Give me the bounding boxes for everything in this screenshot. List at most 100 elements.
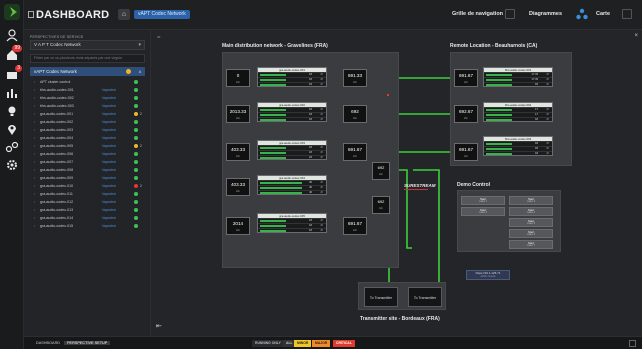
remote-node[interactable]: 692.67 kbit: [454, 105, 478, 123]
transmitter-button[interactable]: To Transmitter: [364, 287, 398, 307]
chevron-right-icon[interactable]: ›: [34, 150, 35, 158]
tree-header[interactable]: vAPT Codec Network 4: [30, 67, 145, 76]
source-node[interactable]: 403.33 kbit: [226, 178, 250, 196]
bitrate-node[interactable]: 691.67 kbit: [343, 217, 367, 235]
list-item[interactable]: › bhs-audio-codec-003 Inspected: [30, 102, 145, 110]
user-icon[interactable]: [4, 28, 20, 44]
list-item[interactable]: › gra-audio-codec-015 Inspected: [30, 222, 145, 230]
close-icon[interactable]: ×: [634, 33, 638, 39]
source-node[interactable]: 2014 kbit: [226, 217, 250, 235]
chevron-right-icon[interactable]: ›: [34, 110, 35, 118]
network-icon[interactable]: [4, 140, 20, 156]
chevron-right-icon[interactable]: ›: [34, 166, 35, 174]
bitrate-node[interactable]: 691.33 kbit: [343, 69, 367, 87]
tab-perspective-setup[interactable]: PERSPECTIVE SETUP: [64, 341, 111, 345]
chevron-right-icon[interactable]: ›: [34, 190, 35, 198]
list-item[interactable]: › bhs-audio-codec-001 Inspected: [30, 86, 145, 94]
chevron-right-icon[interactable]: ›: [34, 158, 35, 166]
filter-major[interactable]: MAJOR: [312, 340, 331, 347]
first-page-icon[interactable]: ⇤: [156, 322, 162, 330]
list-item[interactable]: › APT cluster control: [30, 78, 145, 86]
list-item[interactable]: › gra-audio-codec-011 Inspected: [30, 190, 145, 198]
list-item[interactable]: › gra-audio-codec-001 Inspected 2: [30, 110, 145, 118]
nav-grid[interactable]: Grille de navigation: [452, 11, 503, 17]
demo-start-button[interactable]: Start codec 4: [509, 207, 553, 216]
running-only-toggle[interactable]: RUNNING ONLY: [252, 340, 284, 347]
demo-start-button[interactable]: Start codec 7: [509, 240, 553, 249]
demo-start-button[interactable]: Start codec 2: [509, 196, 553, 205]
tab-dashboard[interactable]: DASHBOARD: [36, 341, 60, 345]
bar-chart-icon[interactable]: [4, 86, 20, 102]
list-item[interactable]: › gra-audio-codec-014 Inspected: [30, 214, 145, 222]
chevron-right-icon[interactable]: ›: [34, 86, 35, 94]
chevron-right-icon[interactable]: ›: [34, 134, 35, 142]
demo-start-button[interactable]: Start codec 5: [509, 218, 553, 227]
filter-minor[interactable]: MINOR: [294, 340, 312, 347]
list-item[interactable]: › gra-audio-codec-005 Inspected 2: [30, 142, 145, 150]
perspective-badge[interactable]: vAPT Codec Network: [134, 10, 190, 19]
codec-panel[interactable]: gra-audio-codec-001 18 dB 18 dB 18 dB: [257, 67, 327, 87]
codec-panel[interactable]: gra-audio-codec-004 40 dB 40 dB 40 dB: [257, 175, 327, 195]
nav-map[interactable]: Carte: [596, 11, 610, 17]
list-item[interactable]: › gra-audio-codec-008 Inspected: [30, 166, 145, 174]
app-logo[interactable]: [4, 4, 20, 20]
list-item[interactable]: › gra-audio-codec-012 Inspected: [30, 198, 145, 206]
filter-critical[interactable]: CRITICAL: [333, 340, 355, 347]
home-icon[interactable]: 99: [4, 45, 22, 64]
home-button[interactable]: ⌂: [118, 9, 130, 20]
list-item[interactable]: › gra-audio-codec-010 Inspected 2: [30, 182, 145, 190]
chevron-right-icon[interactable]: ›: [34, 94, 35, 102]
admin-console-link[interactable]: https://10.1.125.71 Admin console: [466, 270, 510, 280]
bitrate-node[interactable]: 692 kbit: [343, 105, 367, 123]
codec-panel[interactable]: gra-audio-codec-005 18 dB 18 dB 18 dB: [257, 213, 327, 233]
link-node[interactable]: 692 kbit: [372, 196, 390, 214]
nav-diagrams[interactable]: Diagrammes: [529, 11, 562, 17]
perspective-select[interactable]: V A P T Codec Network: [30, 40, 145, 50]
bitrate-node[interactable]: 691.67 kbit: [343, 143, 367, 161]
list-item[interactable]: › gra-audio-codec-003 Inspected: [30, 126, 145, 134]
list-item[interactable]: › gra-audio-codec-009 Inspected: [30, 174, 145, 182]
list-item[interactable]: › gra-audio-codec-013 Inspected: [30, 206, 145, 214]
expand-icon[interactable]: [629, 340, 636, 347]
chevron-right-icon[interactable]: ›: [34, 142, 35, 150]
remote-node[interactable]: 691.67 kbit: [454, 69, 478, 87]
chevron-right-icon[interactable]: ›: [34, 174, 35, 182]
chevron-right-icon[interactable]: ›: [34, 102, 35, 110]
list-item[interactable]: › gra-audio-codec-006 Inspected: [30, 150, 145, 158]
source-node[interactable]: 0 kbit: [226, 69, 250, 87]
map-pin-icon[interactable]: [4, 122, 20, 138]
codec-panel[interactable]: bhs-audio-codec-002 17 dB 17 dB 18 dB: [483, 102, 553, 122]
filter-input[interactable]: Filtrer par un ou plusieurs mots séparés…: [30, 54, 145, 63]
chevron-right-icon[interactable]: ›: [34, 78, 35, 86]
source-node[interactable]: 2013.33 kbit: [226, 105, 250, 123]
list-item[interactable]: › gra-audio-codec-004 Inspected: [30, 134, 145, 142]
source-node[interactable]: 403.33 kbit: [226, 143, 250, 161]
chevron-right-icon[interactable]: ›: [34, 182, 35, 190]
chevron-right-icon[interactable]: ›: [34, 206, 35, 214]
chevron-right-icon[interactable]: ›: [34, 118, 35, 126]
chevron-right-icon[interactable]: ›: [34, 214, 35, 222]
list-item[interactable]: › gra-audio-codec-002 Inspected: [30, 118, 145, 126]
map-icon[interactable]: [622, 9, 632, 19]
collapse-handle-icon[interactable]: =: [157, 35, 161, 41]
list-item[interactable]: › gra-audio-codec-007 Inspected: [30, 158, 145, 166]
gear-icon[interactable]: [4, 158, 20, 174]
demo-start-button[interactable]: Start codec 1: [461, 196, 505, 205]
inbox-icon[interactable]: 3: [4, 65, 22, 84]
transmitter-button[interactable]: To Transmitter: [408, 287, 442, 307]
chevron-right-icon[interactable]: ›: [34, 198, 35, 206]
chevron-right-icon[interactable]: ›: [34, 126, 35, 134]
codec-panel[interactable]: gra-audio-codec-003 18 dB 18 dB 18 dB: [257, 140, 327, 160]
list-item[interactable]: › bhs-audio-codec-002 Inspected: [30, 94, 145, 102]
chevron-right-icon[interactable]: ›: [34, 222, 35, 230]
codec-panel[interactable]: bhs-audio-codec-003 18 dB 18 dB 18 dB: [483, 136, 553, 156]
link-node[interactable]: 692 kbit: [372, 162, 390, 180]
bulb-icon[interactable]: [4, 104, 20, 120]
grid-icon[interactable]: [505, 9, 515, 19]
codec-panel[interactable]: gra-audio-codec-002 18 dB 18 dB 18 dB: [257, 102, 327, 122]
remote-node[interactable]: 691.67 kbit: [454, 143, 478, 161]
codec-panel[interactable]: bhs-audio-codec-001 17.33 dB 17.33 dB 18 dB: [483, 67, 553, 87]
demo-start-button[interactable]: Start codec 3: [461, 207, 505, 216]
demo-start-button[interactable]: Start codec 6: [509, 229, 553, 238]
diagram-icon[interactable]: [576, 8, 588, 20]
